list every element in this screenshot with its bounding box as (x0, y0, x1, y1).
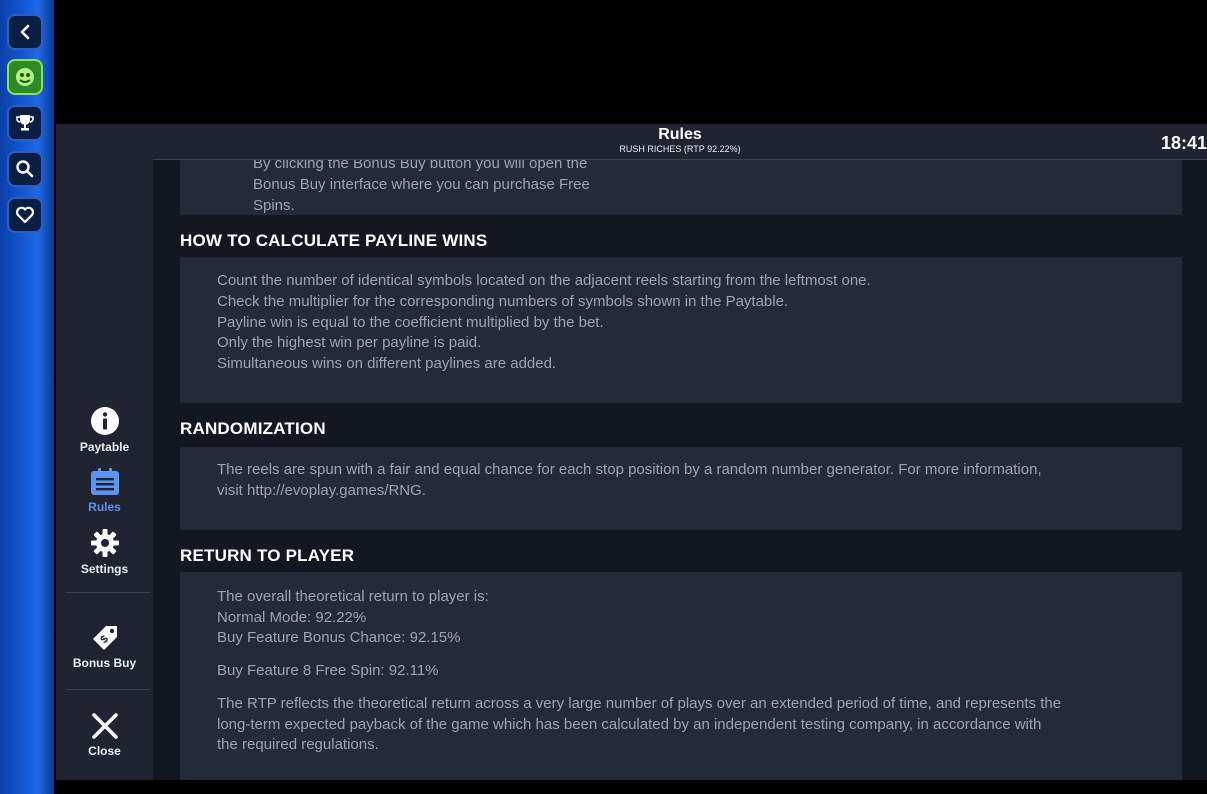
nav-settings-label: Settings (80, 562, 129, 576)
game-button[interactable] (7, 59, 43, 95)
payline-text: Simultaneous wins on different paylines … (217, 355, 557, 372)
search-button[interactable] (7, 151, 43, 187)
bonus-buy-text: Bonus Buy interface where you can purcha… (253, 176, 590, 193)
price-tag-icon: $ (92, 626, 117, 650)
nav-paytable[interactable]: Paytable (56, 406, 153, 454)
bonus-buy-text: By clicking the Bonus Buy button you wil… (253, 160, 588, 172)
back-button[interactable] (7, 14, 43, 50)
trophy-button[interactable] (7, 105, 43, 141)
rules-header: Rules RUSH RICHES (RTP 92.22%) 18:41 (153, 124, 1207, 160)
nav-close-label: Close (88, 744, 121, 758)
clock: 18:41 (1160, 133, 1207, 153)
payline-text: Count the number of identical symbols lo… (217, 272, 871, 289)
search-icon (16, 160, 34, 178)
bonus-buy-text: Spins. (253, 197, 295, 214)
randomization-text: visit http://evoplay.games/RNG. (217, 482, 426, 499)
nav-bonus-buy-label: Bonus Buy (72, 656, 137, 670)
nav-settings[interactable]: Settings (56, 528, 153, 576)
rtp-text: Buy Feature 8 Free Spin: 92.11% (217, 662, 439, 679)
payline-text: Check the multiplier for the correspondi… (217, 293, 789, 310)
rtp-text: long-term expected payback of the game w… (217, 716, 1042, 733)
section-heading-randomization: RANDOMIZATION (180, 419, 326, 438)
heart-icon (15, 206, 35, 224)
payline-text: Only the highest win per payline is paid… (217, 334, 482, 351)
game-subtitle: RUSH RICHES (RTP 92.22%) (619, 144, 741, 154)
rules-content[interactable]: By clicking the Bonus Buy button you wil… (153, 160, 1207, 780)
game-icon (16, 68, 34, 86)
rules-icon (90, 468, 119, 495)
back-icon (20, 24, 30, 40)
gear-icon (90, 529, 119, 557)
rtp-text: The overall theoretical return to player… (217, 588, 489, 605)
trophy-icon (16, 115, 34, 131)
rtp-text: Buy Feature Bonus Chance: 92.15% (217, 629, 461, 646)
rtp-text: the required regulations. (217, 736, 379, 753)
section-heading-payline: HOW TO CALCULATE PAYLINE WINS (180, 231, 488, 250)
nav-rules-label: Rules (88, 500, 121, 514)
page-title: Rules (658, 126, 702, 143)
nav-divider (66, 689, 150, 690)
payline-text: Payline win is equal to the coefficient … (217, 314, 604, 331)
nav-rules[interactable]: Rules (56, 468, 153, 514)
info-icon (90, 407, 119, 435)
nav-divider (66, 592, 150, 593)
section-heading-rtp: RETURN TO PLAYER (180, 546, 355, 565)
game-frame: Paytable Rules Settings $ Bonus Buy Clos… (56, 124, 1207, 780)
browser-rail (0, 0, 54, 794)
nav-bonus-buy[interactable]: $ Bonus Buy (56, 622, 153, 670)
close-icon (91, 713, 118, 739)
rtp-text: Normal Mode: 92.22% (217, 609, 367, 626)
rules-sidebar: Paytable Rules Settings $ Bonus Buy Clos… (56, 124, 153, 780)
nav-paytable-label: Paytable (79, 440, 130, 454)
nav-close[interactable]: Close (56, 712, 153, 758)
rtp-text: The RTP reflects the theoretical return … (217, 695, 1062, 712)
favorites-button[interactable] (7, 197, 43, 233)
randomization-text: The reels are spun with a fair and equal… (217, 461, 1042, 478)
